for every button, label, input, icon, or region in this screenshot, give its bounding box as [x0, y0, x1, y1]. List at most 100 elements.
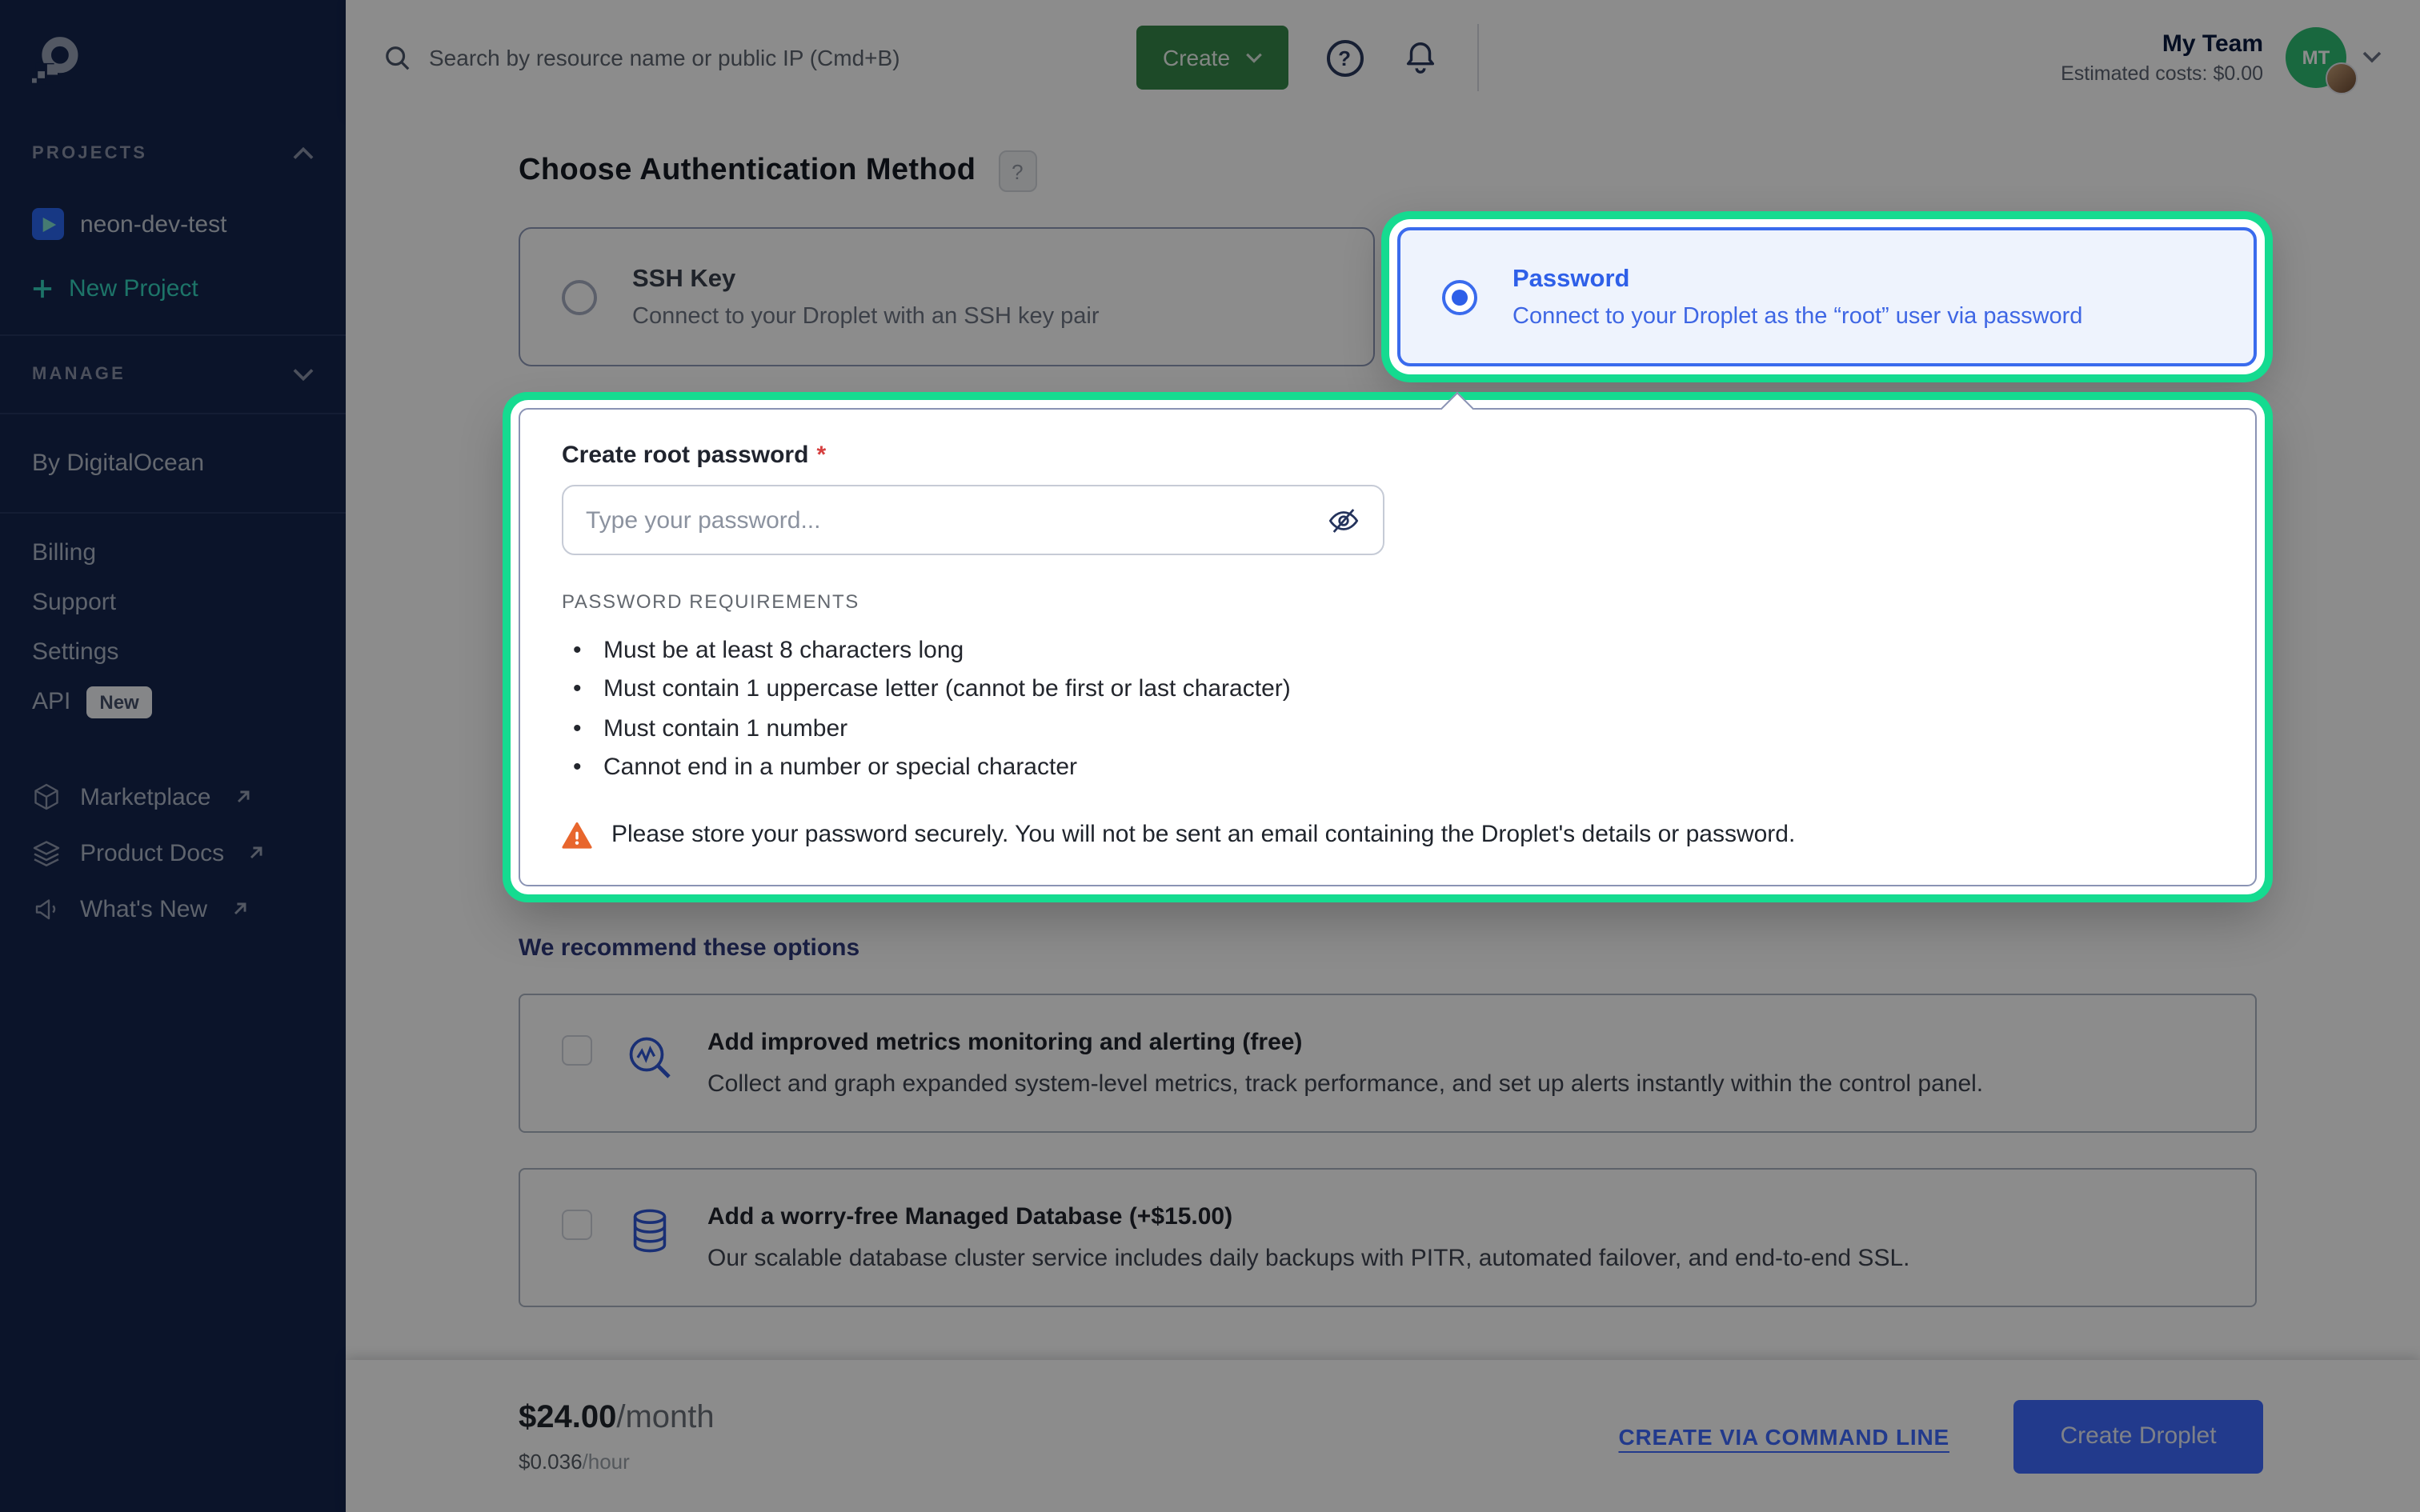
metrics-checkbox[interactable] — [562, 1035, 592, 1066]
sidebar: PROJECTS neon-dev-test New Project MANAG… — [0, 0, 346, 1512]
search-icon — [384, 44, 411, 71]
top-bar: Create ? My Team Estimated costs: $0.00 — [346, 0, 2420, 115]
sidebar-section-projects[interactable]: PROJECTS — [0, 144, 346, 163]
chevron-up-icon — [293, 147, 314, 160]
divider — [1476, 24, 1478, 91]
auth-method-options: SSH Key Connect to your Droplet with an … — [519, 227, 2257, 366]
auth-option-password[interactable]: Password Connect to your Droplet as the … — [1397, 227, 2257, 366]
password-field-wrap — [562, 485, 1384, 555]
toggle-password-visibility-button[interactable] — [1327, 503, 1360, 537]
password-panel: Create root password * PASSWORD REQUIREME… — [519, 408, 2257, 886]
option-description: Our scalable database cluster service in… — [707, 1245, 1910, 1272]
sidebar-item-support[interactable]: Support — [32, 589, 314, 616]
metrics-magnifier-icon — [624, 1032, 675, 1083]
auth-option-description: Connect to your Droplet with an SSH key … — [632, 303, 1100, 329]
warning-icon — [562, 821, 592, 850]
project-name: neon-dev-test — [80, 210, 226, 238]
help-button[interactable]: ? — [1326, 39, 1363, 76]
main-column: Create ? My Team Estimated costs: $0.00 — [346, 0, 2420, 1512]
sidebar-section-manage[interactable]: MANAGE — [0, 336, 346, 413]
requirements-list: Must be at least 8 characters long Must … — [562, 632, 2214, 789]
estimated-costs: Estimated costs: $0.00 — [1510, 62, 2263, 85]
manage-label: MANAGE — [32, 365, 126, 384]
team-avatar[interactable]: MT — [2286, 27, 2346, 88]
radio-unselected-icon[interactable] — [562, 279, 597, 314]
sidebar-external-links: Marketplace Product Docs — [0, 782, 346, 923]
question-circle-icon: ? — [1326, 39, 1363, 76]
chevron-down-icon[interactable] — [2362, 51, 2382, 64]
sidebar-item-whats-new[interactable]: What's New — [0, 894, 346, 923]
radio-selected-icon[interactable] — [1442, 279, 1477, 314]
sidebar-item-marketplace[interactable]: Marketplace — [0, 782, 346, 811]
project-icon — [32, 208, 64, 240]
global-search — [384, 44, 1137, 71]
page-content: Choose Authentication Method ? SSH Key C… — [346, 115, 2420, 1360]
required-mark: * — [816, 442, 826, 469]
password-label: Create root password — [562, 442, 808, 469]
hourly-suffix: /hour — [583, 1449, 630, 1473]
team-info[interactable]: My Team Estimated costs: $0.00 — [1510, 30, 2263, 85]
hourly-price: $0.036 — [519, 1449, 583, 1473]
create-button[interactable]: Create — [1137, 26, 1288, 90]
requirement-item: Cannot end in a number or special charac… — [562, 750, 2214, 789]
external-link-icon — [246, 843, 266, 862]
sidebar-item-api[interactable]: API New — [32, 688, 314, 715]
monthly-suffix: /month — [616, 1399, 714, 1434]
layers-icon — [32, 838, 61, 867]
digitalocean-logo — [32, 35, 346, 86]
new-badge: New — [86, 686, 151, 718]
password-input[interactable] — [586, 506, 1327, 534]
sidebar-item-billing[interactable]: Billing — [32, 539, 314, 566]
marketplace-label: Marketplace — [80, 783, 210, 810]
bottom-bar: $24.00/month $0.036/hour CREATE VIA COMM… — [346, 1360, 2420, 1512]
sidebar-item-product-docs[interactable]: Product Docs — [0, 838, 346, 867]
create-droplet-page: PROJECTS neon-dev-test New Project MANAG… — [0, 0, 2420, 1512]
by-digitalocean-label: By DigitalOcean — [32, 450, 204, 477]
new-project-label: New Project — [69, 275, 198, 302]
projects-label: PROJECTS — [32, 144, 147, 163]
requirement-item: Must contain 1 uppercase letter (cannot … — [562, 671, 2214, 710]
option-managed-database[interactable]: Add a worry-free Managed Database (+$15.… — [519, 1168, 2257, 1307]
sidebar-item-project[interactable]: neon-dev-test — [0, 208, 346, 240]
product-docs-label: Product Docs — [80, 839, 224, 866]
chevron-down-icon — [293, 368, 314, 381]
external-link-icon — [233, 787, 252, 806]
sidebar-item-new-project[interactable]: New Project — [0, 275, 346, 302]
option-title: Add improved metrics monitoring and aler… — [707, 1029, 1983, 1056]
database-checkbox[interactable] — [562, 1210, 592, 1240]
plus-icon — [32, 278, 53, 299]
create-droplet-button[interactable]: Create Droplet — [2013, 1399, 2263, 1473]
requirements-title: PASSWORD REQUIREMENTS — [562, 590, 2214, 613]
option-description: Collect and graph expanded system-level … — [707, 1070, 1983, 1098]
bell-icon — [1401, 38, 1438, 77]
recommend-title: We recommend these options — [519, 934, 2257, 962]
api-label: API — [32, 688, 70, 715]
team-name: My Team — [1510, 30, 2263, 58]
create-via-command-line-link[interactable]: CREATE VIA COMMAND LINE — [1618, 1423, 1949, 1449]
database-icon — [624, 1206, 675, 1258]
price-summary: $24.00/month $0.036/hour — [519, 1399, 715, 1473]
avatar-initials: MT — [2302, 46, 2330, 69]
title-help-badge[interactable]: ? — [998, 150, 1036, 192]
create-button-label: Create — [1163, 45, 1230, 70]
divider — [0, 512, 346, 514]
panel-caret — [1440, 392, 1474, 426]
sidebar-manage-links: Billing Support Settings API New — [0, 539, 346, 715]
megaphone-icon — [32, 894, 61, 923]
whats-new-label: What's New — [80, 895, 207, 922]
sidebar-item-by-digitalocean[interactable]: By DigitalOcean — [0, 414, 346, 512]
external-link-icon — [230, 899, 249, 918]
option-metrics-monitoring[interactable]: Add improved metrics monitoring and aler… — [519, 994, 2257, 1133]
cube-icon — [32, 782, 61, 811]
sidebar-item-settings[interactable]: Settings — [32, 638, 314, 666]
search-input[interactable] — [429, 45, 1137, 70]
requirement-item: Must be at least 8 characters long — [562, 632, 2214, 671]
page-title: Choose Authentication Method — [519, 154, 976, 189]
auth-option-ssh-key[interactable]: SSH Key Connect to your Droplet with an … — [519, 227, 1375, 366]
option-title: Add a worry-free Managed Database (+$15.… — [707, 1203, 1910, 1230]
eye-off-icon — [1327, 503, 1360, 537]
warning-text: Please store your password securely. You… — [611, 822, 1795, 849]
auth-option-title: SSH Key — [632, 265, 1100, 294]
monthly-price: $24.00 — [519, 1399, 616, 1434]
notifications-button[interactable] — [1401, 38, 1438, 77]
